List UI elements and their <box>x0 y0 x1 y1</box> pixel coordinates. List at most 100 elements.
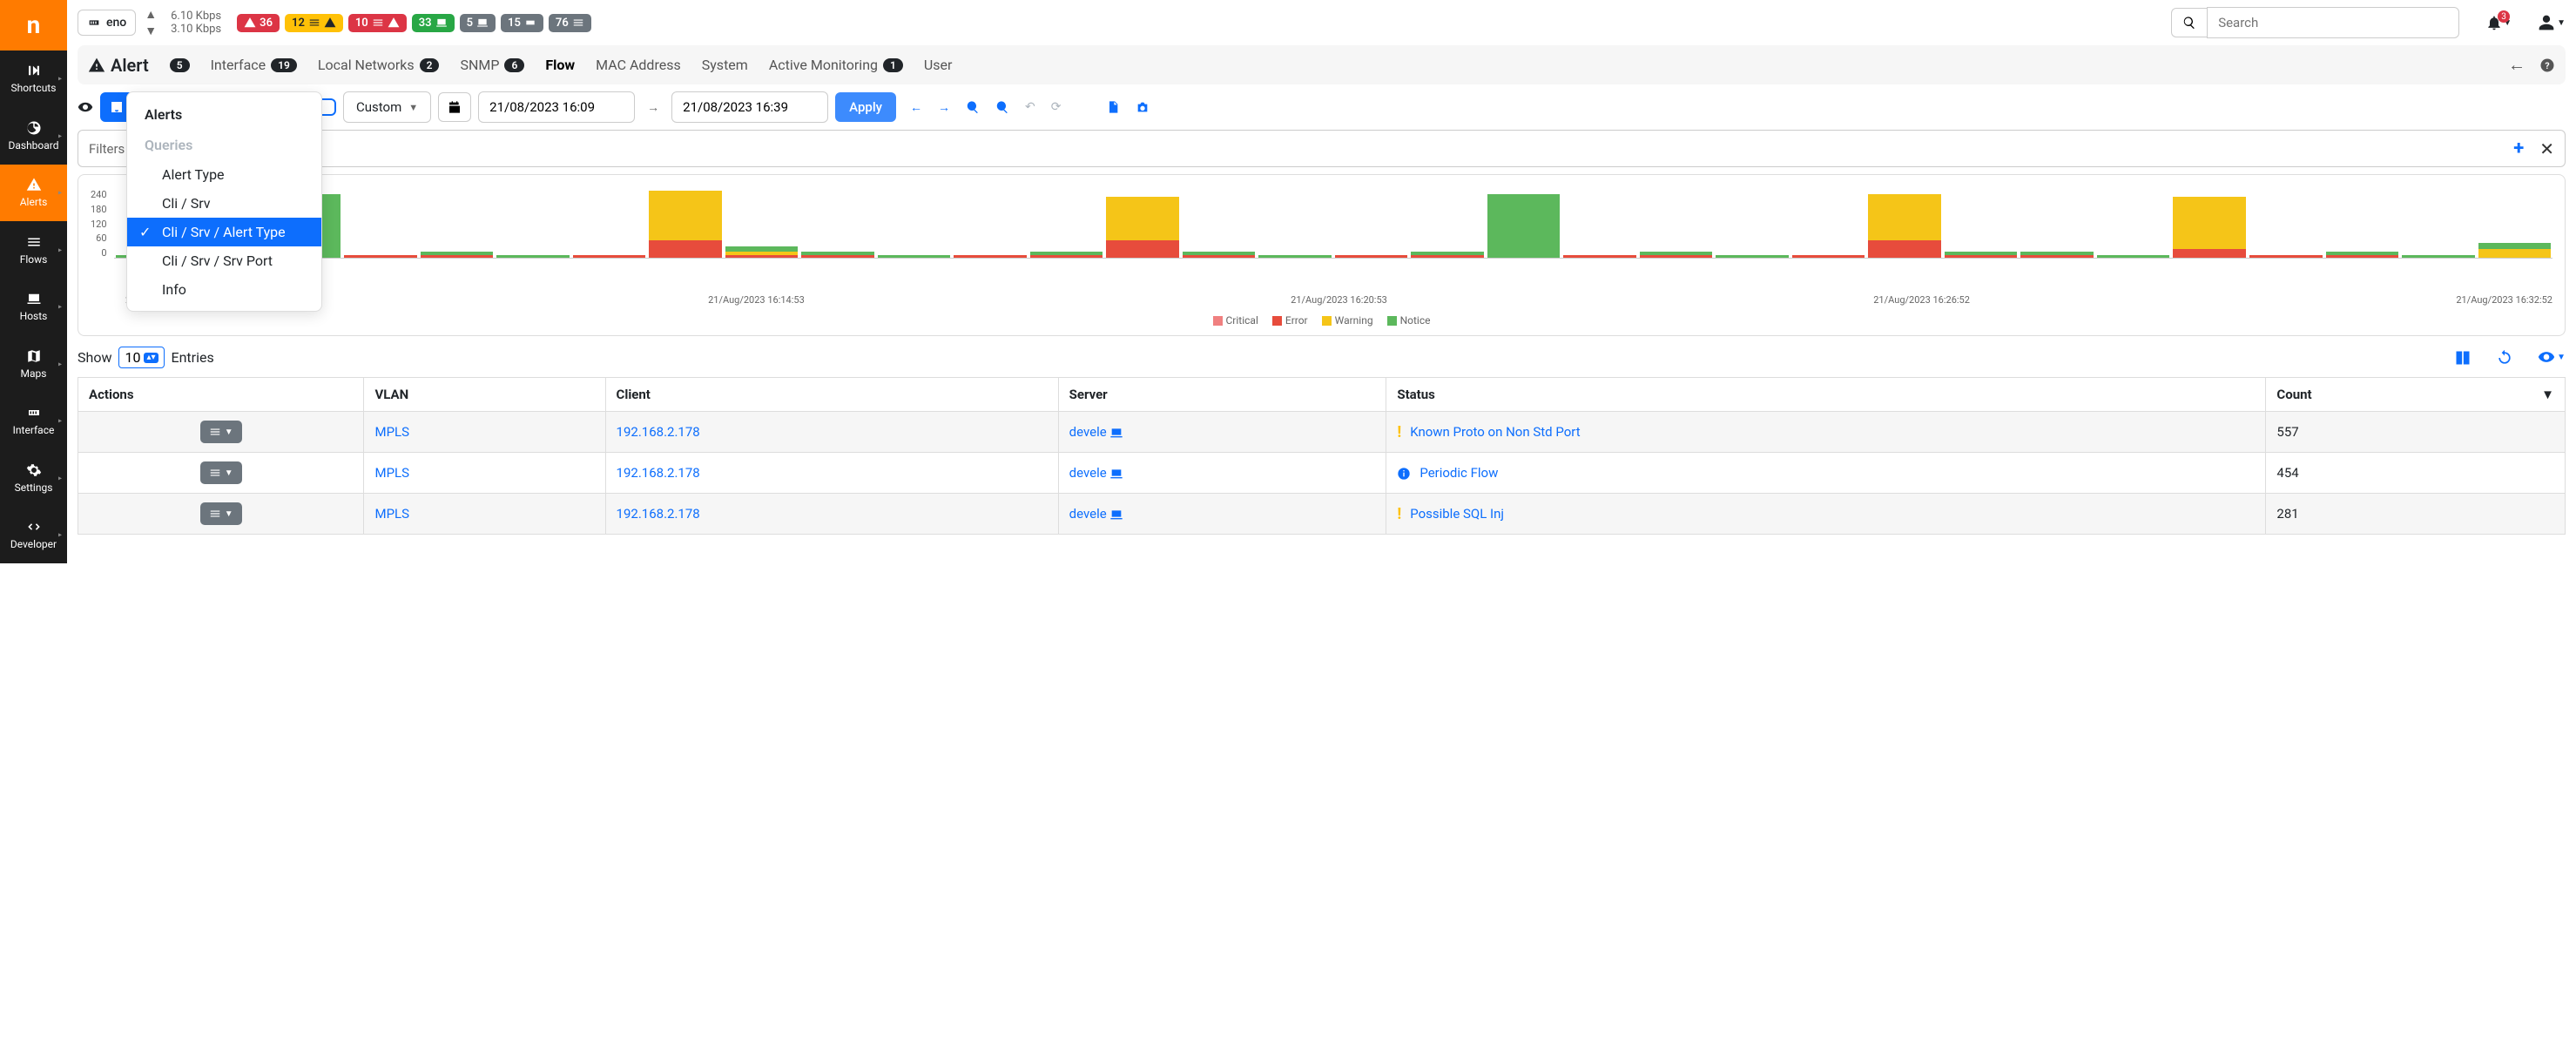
row-action-button[interactable]: ▼ <box>200 421 242 443</box>
dd-cli-srv-port[interactable]: Cli / Srv / Srv Port <box>127 246 321 275</box>
sidebar-item-maps[interactable]: Maps ▸ <box>0 335 67 393</box>
badge-warning[interactable]: 12 <box>285 14 343 32</box>
camera-icon[interactable] <box>1136 100 1150 114</box>
sidebar-item-hosts[interactable]: Hosts ▸ <box>0 279 67 336</box>
entries-select[interactable]: 10 ▴▾ <box>118 347 164 368</box>
tab-active-monitoring[interactable]: Active Monitoring1 <box>769 57 903 73</box>
bar-column[interactable] <box>2020 252 2094 258</box>
tab-snmp[interactable]: SNMP6 <box>460 57 524 73</box>
document-icon[interactable] <box>1106 100 1120 114</box>
columns-icon[interactable] <box>2454 348 2471 367</box>
status-link[interactable]: Periodic Flow <box>1419 465 1498 481</box>
tab-interface[interactable]: Interface19 <box>211 57 297 73</box>
zoom-out-icon[interactable] <box>995 100 1009 114</box>
undo-icon[interactable]: ↶ <box>1025 100 1035 114</box>
bar-column[interactable] <box>2173 197 2246 258</box>
bar-column[interactable] <box>2326 252 2399 258</box>
apply-button[interactable]: Apply <box>835 92 896 122</box>
client-link[interactable]: 192.168.2.178 <box>617 506 700 522</box>
server-link[interactable]: devele <box>1069 465 1124 481</box>
vlan-link[interactable]: MPLS <box>374 424 409 440</box>
th-status[interactable]: Status <box>1386 378 2266 412</box>
bar-column[interactable] <box>1335 255 1408 258</box>
zoom-in-icon[interactable] <box>966 100 980 114</box>
badge-critical[interactable]: 36 <box>237 14 280 32</box>
sidebar-item-interface[interactable]: Interface ▸ <box>0 393 67 450</box>
bar-column[interactable] <box>573 255 646 258</box>
bar-column[interactable] <box>1868 194 1941 258</box>
link-icon[interactable] <box>1076 100 1090 114</box>
bar-column[interactable] <box>954 255 1027 258</box>
row-action-button[interactable]: ▼ <box>200 461 242 484</box>
eye-icon[interactable] <box>78 99 93 115</box>
tab-flow[interactable]: Flow <box>545 57 575 73</box>
th-count[interactable]: Count▼ <box>2266 378 2566 412</box>
date-from-input[interactable] <box>478 91 635 123</box>
th-client[interactable]: Client <box>605 378 1058 412</box>
client-link[interactable]: 192.168.2.178 <box>617 424 700 440</box>
client-link[interactable]: 192.168.2.178 <box>617 465 700 481</box>
close-filters-icon[interactable]: ✕ <box>2539 138 2554 159</box>
logo[interactable]: n <box>0 0 67 51</box>
preset-select[interactable]: Custom ▼ <box>343 91 431 123</box>
notifications-bell[interactable]: ▼ 3 <box>2485 14 2512 31</box>
refresh-table-icon[interactable] <box>2496 348 2513 367</box>
row-action-button[interactable]: ▼ <box>200 502 242 525</box>
dd-cli-srv[interactable]: Cli / Srv <box>127 189 321 218</box>
sidebar-item-settings[interactable]: Settings ▸ <box>0 449 67 507</box>
bar-column[interactable] <box>1640 252 1713 258</box>
bar-column[interactable] <box>1945 252 2018 258</box>
chart-bars[interactable] <box>114 189 2552 259</box>
sidebar-item-shortcuts[interactable]: Shortcuts ▸ <box>0 51 67 108</box>
user-menu[interactable]: ▼ <box>2538 14 2566 31</box>
add-filter-icon[interactable]: + <box>2513 138 2524 159</box>
search-input[interactable] <box>2207 7 2459 38</box>
tab-hidden[interactable]: 5 <box>170 58 190 72</box>
dd-alert-type[interactable]: Alert Type <box>127 160 321 189</box>
bar-column[interactable] <box>1792 255 1865 258</box>
bar-column[interactable] <box>649 191 722 258</box>
tab-user[interactable]: User <box>924 57 953 73</box>
bar-column[interactable] <box>2402 255 2475 258</box>
bar-column[interactable] <box>1258 255 1332 258</box>
vlan-link[interactable]: MPLS <box>374 506 409 522</box>
dd-cli-srv-alert-type[interactable]: Cli / Srv / Alert Type <box>127 218 321 246</box>
bar-column[interactable] <box>725 246 799 258</box>
dd-info[interactable]: Info <box>127 275 321 304</box>
badge-networks[interactable]: 15 <box>501 14 543 32</box>
server-link[interactable]: devele <box>1069 506 1124 522</box>
th-server[interactable]: Server <box>1058 378 1386 412</box>
bar-column[interactable] <box>1106 197 1179 258</box>
sidebar-item-flows[interactable]: Flows ▸ <box>0 221 67 279</box>
interface-selector[interactable]: eno <box>78 10 136 36</box>
bar-column[interactable] <box>2097 255 2170 258</box>
visibility-icon[interactable]: ▼ <box>2538 348 2566 366</box>
badge-error[interactable]: 10 <box>348 14 407 32</box>
search-button[interactable] <box>2171 8 2207 37</box>
bar-column[interactable] <box>1563 255 1636 258</box>
tab-system[interactable]: System <box>702 57 748 73</box>
bar-column[interactable] <box>1183 252 1256 258</box>
bar-column[interactable] <box>801 252 874 258</box>
bar-column[interactable] <box>1411 252 1484 258</box>
bar-column[interactable] <box>878 255 951 258</box>
bar-column[interactable] <box>421 252 494 258</box>
refresh-icon[interactable]: ⟳ <box>1051 100 1062 114</box>
sidebar-item-dashboard[interactable]: Dashboard ▸ <box>0 107 67 165</box>
th-actions[interactable]: Actions <box>78 378 364 412</box>
status-link[interactable]: Possible SQL Inj <box>1410 506 1504 522</box>
badge-devices[interactable]: 5 <box>460 14 496 32</box>
nav-right-icon[interactable]: → <box>938 100 950 115</box>
bar-column[interactable] <box>1030 252 1103 258</box>
date-to-input[interactable] <box>671 91 828 123</box>
calendar-button[interactable] <box>438 92 471 122</box>
sidebar-item-developer[interactable]: Developer ▸ <box>0 507 67 564</box>
tab-mac[interactable]: MAC Address <box>596 57 681 73</box>
nav-left-icon[interactable]: ← <box>910 100 922 115</box>
bar-column[interactable] <box>2249 255 2323 258</box>
help-icon[interactable]: ? <box>2539 57 2555 73</box>
tab-local-networks[interactable]: Local Networks2 <box>318 57 440 73</box>
back-arrow-icon[interactable]: ← <box>2508 54 2525 76</box>
status-link[interactable]: Known Proto on Non Std Port <box>1410 424 1580 440</box>
server-link[interactable]: devele <box>1069 424 1124 440</box>
